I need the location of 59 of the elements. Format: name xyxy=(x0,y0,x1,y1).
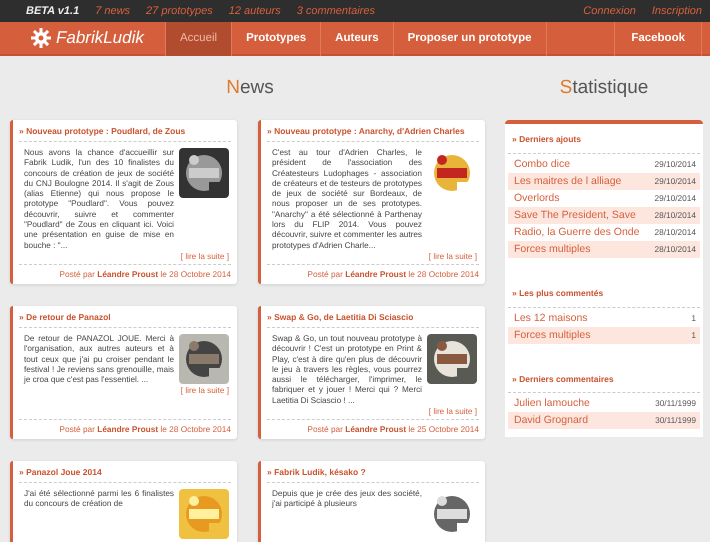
article-title[interactable]: » Nouveau prototype : Anarchy, d'Adrien Charles xyxy=(267,126,479,142)
article-title[interactable]: » Panazol Joue 2014 xyxy=(19,467,231,484)
read-more-link[interactable]: [ lire la suite ] xyxy=(267,406,479,420)
read-more-link[interactable]: [ lire la suite ] xyxy=(19,250,231,264)
stats-value: 28/10/2014 xyxy=(654,226,696,239)
article-text: De retour de PANAZOL JOUE. Merci à l'organisation, aux autres auteurs et à tout ceux que j'ai pu croiser pendant le festival ! Je reviens sans grenouille, mais je croa que c'est pas l'essentiel. ... xyxy=(24,334,174,386)
article-text: J'ai été sélectionné parmi les 6 finalistes du concours de création de xyxy=(24,489,174,510)
nav-tab[interactable]: Accueil xyxy=(165,22,232,56)
stats-link[interactable]: Julien lamouche xyxy=(514,395,590,412)
post-info: Posté par Léandre Proust le 28 Octobre 2014 xyxy=(267,264,479,279)
stats-value: 1 xyxy=(691,328,696,342)
stats-link[interactable]: Overlords xyxy=(514,190,560,207)
stats-value: 28/10/2014 xyxy=(654,242,696,256)
article-text: Swap & Go, un tout nouveau prototype à découvrir ! C'est un prototype en Print & Play, c'est à dire qu'en plus de découvrir le jeu à travers les règles, vous pourrez aussi le télécharger, l'imprimer, le fabriquer et y jouer ! Merci qui ? Merci Laetitia Di Sciascio ! ... xyxy=(272,334,422,406)
section-title: » Les plus commentés xyxy=(508,284,700,308)
read-more-link[interactable]: [ lire la suite ] xyxy=(267,250,479,264)
article-title[interactable]: » De retour de Panazol xyxy=(19,312,231,328)
article-title[interactable]: » Nouveau prototype : Poudlard, de Zous xyxy=(19,126,231,142)
gear-icon xyxy=(30,27,52,49)
stats-value: 29/10/2014 xyxy=(654,158,696,171)
post-info: Posté par Léandre Proust le 25 Octobre 2014 xyxy=(267,419,479,434)
stats-value: 30/11/1999 xyxy=(655,397,696,410)
stat-link[interactable]: 3 commentaires xyxy=(296,2,375,20)
stats-heading: Statistique xyxy=(558,76,650,100)
stats-value: 29/10/2014 xyxy=(654,174,696,188)
stats-link[interactable]: Save The President, Save xyxy=(514,206,636,224)
account-link[interactable]: Inscription xyxy=(652,2,702,20)
stats-value: 1 xyxy=(691,312,696,324)
nav-tab[interactable]: Prototypes xyxy=(232,22,322,56)
stats-link[interactable]: David Grognard xyxy=(514,412,588,430)
version-label: BETA v1.1 xyxy=(26,4,80,19)
stats-value: 29/10/2014 xyxy=(654,192,696,205)
account-link[interactable]: Connexion xyxy=(583,2,636,20)
logo-text: FabrikLudik xyxy=(56,27,144,50)
article-text: Depuis que je crée des jeux des société, j'ai participé à plusieurs xyxy=(272,489,422,510)
stats-link[interactable]: Combo dice xyxy=(514,156,570,173)
article-title[interactable]: » Fabrik Ludik, késako ? xyxy=(267,467,479,484)
stats-link[interactable]: Les maitres de l alliage xyxy=(514,172,622,190)
post-info: Posté par Léandre Proust le 28 Octobre 2014 xyxy=(19,264,231,279)
stats-value: 28/10/2014 xyxy=(654,208,696,222)
stats-value: 30/11/1999 xyxy=(655,414,696,428)
stats-link[interactable]: Radio, la Guerre des Onde xyxy=(514,224,640,241)
nav-tab[interactable]: Facebook xyxy=(614,22,702,56)
nav-tab[interactable]: Proposer un prototype xyxy=(394,22,547,56)
read-more-link[interactable]: [ lire la suite ] xyxy=(19,385,231,398)
section-title: » Derniers commentaires xyxy=(508,370,700,394)
stat-link[interactable]: 27 prototypes xyxy=(146,2,213,20)
article-title[interactable]: » Swap & Go, de Laetitia Di Sciascio xyxy=(267,312,479,328)
article-text: C'est au tour d'Adrien Charles, le président de l'association des Créatesteurs Ludophages - association de créateurs et de testeurs de prototypes de jeux de société sur Bordeaux, de nous proposer un de ses prototypes. "Anarchy" a été sélectionné à Parthenay lors du FLIP 2014. Vous pouvez découvrir, suivre et commenter les autres prototypes d'Adrien Charle... xyxy=(272,148,422,251)
article-text: Nous avons la chance d'accueillir sur Fabrik Ludik, l'un des 10 finalistes du concours de création de jeux de société du CNJ Boulogne 2014. Il s'agit de Zous (alias Etienne) qui nous propose le prototype "Poudlard". Vous pouvez découvrir, suivre et commenter "Poudlard" de Zous en cliquant ici. Voici une présentation en guise de mise en bouche : "... xyxy=(24,148,174,251)
stats-link[interactable]: Forces multiples xyxy=(514,240,590,258)
post-info: Posté par Léandre Proust le 28 Octobre 2014 xyxy=(19,419,231,434)
nav-tab[interactable]: Auteurs xyxy=(321,22,394,56)
stat-link[interactable]: 7 news xyxy=(95,2,130,20)
news-heading: News xyxy=(225,76,275,100)
stats-link[interactable]: Les 12 maisons xyxy=(514,310,588,326)
stats-link[interactable]: Forces multiples xyxy=(514,326,590,344)
stat-link[interactable]: 12 auteurs xyxy=(228,2,281,20)
section-title: » Derniers ajouts xyxy=(508,130,700,154)
